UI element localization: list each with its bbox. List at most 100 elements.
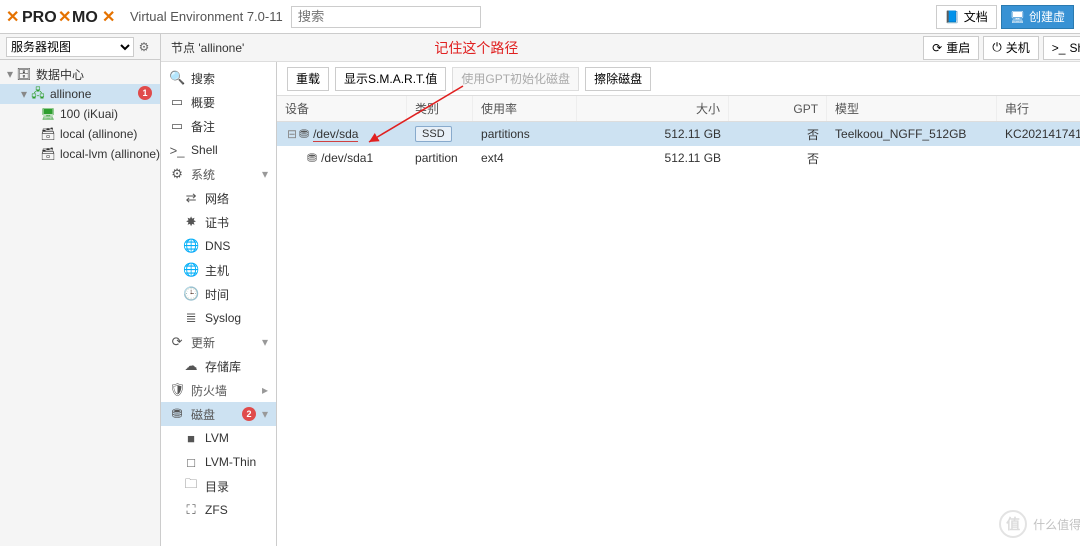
nav-syslog[interactable]: ≣Syslog — [161, 306, 276, 330]
nav-network[interactable]: ⇄网络 — [161, 186, 276, 210]
chevron-right-icon: ▸ — [262, 383, 268, 397]
content-header: 节点 'allinone' 记住这个路径 ⟳重启 ⏻关机 >_Sh — [161, 34, 1080, 62]
disk-toolbar: 重载 显示S.M.A.R.T.值 使用GPT初始化磁盘 擦除磁盘 — [277, 62, 1080, 96]
resource-tree-panel: 服务器视图 ⚙ ▾ 🗄 数据中心 ▾ 🖧 allinone 1 🖥 100 (i… — [0, 34, 161, 546]
refresh-icon: ⟳ — [932, 41, 942, 55]
gear-icon[interactable]: ⚙ — [134, 40, 154, 54]
svg-text:✕: ✕ — [58, 9, 71, 26]
nav-directory[interactable]: 🗀目录 — [161, 474, 276, 498]
col-serial[interactable]: 串行 — [997, 96, 1080, 121]
nav-search[interactable]: 🔍搜索 — [161, 66, 276, 90]
hdd-icon: ⛃ — [299, 127, 309, 141]
tree-datacenter[interactable]: ▾ 🗄 数据中心 — [0, 64, 160, 84]
nav-notes[interactable]: ▭备注 — [161, 114, 276, 138]
shell-button[interactable]: >_Sh — [1043, 36, 1080, 60]
grid-icon: ⛶ — [183, 502, 199, 518]
collapse-icon: ⊟ — [285, 127, 299, 141]
terminal-icon: >_ — [169, 143, 185, 158]
logo: ✕ PRO ✕ MO ✕ Virtual Environment 7.0-11 — [6, 6, 283, 28]
wipe-button[interactable]: 擦除磁盘 — [585, 67, 651, 91]
clock-icon: 🕒 — [183, 286, 199, 302]
box-icon: ☁ — [183, 358, 199, 374]
nav-certs[interactable]: ✸证书 — [161, 210, 276, 234]
annotation-badge-1: 1 — [138, 86, 152, 100]
power-icon: ⏻ — [992, 40, 1002, 55]
nav-firewall[interactable]: 🛡防火墙▸ — [161, 378, 276, 402]
chevron-down-icon: ▾ — [262, 167, 268, 181]
top-bar: ✕ PRO ✕ MO ✕ Virtual Environment 7.0-11 … — [0, 0, 1080, 34]
note-icon: ▭ — [169, 118, 185, 134]
tree-storage-local-lvm[interactable]: 🗃 local-lvm (allinone) — [0, 144, 160, 164]
nav-updates[interactable]: ⟳更新▾ — [161, 330, 276, 354]
table-header: 设备 类别 使用率 大小 GPT 模型 串行 — [277, 96, 1080, 122]
nav-lvm[interactable]: ■LVM — [161, 426, 276, 450]
shutdown-button[interactable]: ⏻关机 — [983, 36, 1039, 60]
svg-text:✕: ✕ — [102, 9, 115, 26]
square-icon: ■ — [183, 431, 199, 446]
square-outline-icon: □ — [183, 455, 199, 470]
globe-icon: 🌐 — [183, 238, 199, 254]
view-mode-select[interactable]: 服务器视图 — [6, 37, 134, 57]
folder-icon: 🗀 — [183, 475, 199, 497]
view-mode-bar: 服务器视图 ⚙ — [0, 34, 160, 60]
nav-hosts[interactable]: 🌐主机 — [161, 258, 276, 282]
refresh-icon: ⟳ — [169, 334, 185, 350]
disk-table: 设备 类别 使用率 大小 GPT 模型 串行 ⊟⛃/dev/sda SSD pa… — [277, 96, 1080, 170]
server-icon: 🗄 — [16, 66, 32, 82]
table-row[interactable]: ⊟⛃/dev/sda SSD partitions 512.11 GB 否 Te… — [277, 122, 1080, 146]
nav-time[interactable]: 🕒时间 — [161, 282, 276, 306]
database-icon: 🗃 — [40, 126, 56, 142]
nav-disks[interactable]: ⛃磁盘 2 ▾ — [161, 402, 276, 426]
ssd-badge: SSD — [415, 126, 452, 142]
annotation-badge-2: 2 — [242, 407, 256, 421]
node-side-nav: 🔍搜索 ▭概要 ▭备注 >_Shell ⚙系统▾ ⇄网络 ✸证书 🌐DNS 🌐主… — [161, 62, 277, 546]
nav-dns[interactable]: 🌐DNS — [161, 234, 276, 258]
col-size[interactable]: 大小 — [577, 96, 729, 121]
tree-node-allinone[interactable]: ▾ 🖧 allinone 1 — [0, 84, 160, 104]
hdd-icon: ⛃ — [169, 406, 185, 422]
nav-shell[interactable]: >_Shell — [161, 138, 276, 162]
tree-vm-100[interactable]: 🖥 100 (iKuai) — [0, 104, 160, 124]
reload-button[interactable]: 重载 — [287, 67, 329, 91]
svg-text:MO: MO — [72, 9, 98, 26]
gears-icon: ⚙ — [169, 166, 185, 182]
database-icon: 🗃 — [40, 146, 56, 162]
svg-text:PRO: PRO — [22, 9, 57, 26]
create-vm-button[interactable]: 🖥 创建虚 — [1001, 5, 1074, 29]
docs-button[interactable]: 📘 文档 — [936, 5, 997, 29]
tree-storage-local[interactable]: 🗃 local (allinone) — [0, 124, 160, 144]
brand-suffix: Virtual Environment 7.0-11 — [130, 9, 283, 24]
shield-icon: 🛡 — [169, 382, 185, 398]
col-device[interactable]: 设备 — [277, 96, 407, 121]
gpt-init-button: 使用GPT初始化磁盘 — [452, 67, 579, 91]
search-icon: 🔍 — [169, 70, 185, 86]
col-model[interactable]: 模型 — [827, 96, 997, 121]
smart-button[interactable]: 显示S.M.A.R.T.值 — [335, 67, 446, 91]
hdd-icon: ⛃ — [307, 151, 317, 165]
monitor-icon: 🖥 — [1010, 10, 1025, 24]
monitor-icon: 🖥 — [40, 106, 56, 122]
annotation-text: 记住这个路径 — [434, 38, 518, 58]
chevron-down-icon: ▾ — [262, 335, 268, 349]
table-row[interactable]: ⛃/dev/sda1 partition ext4 512.11 GB 否 — [277, 146, 1080, 170]
col-usage[interactable]: 使用率 — [473, 96, 577, 121]
col-gpt[interactable]: GPT — [729, 96, 827, 121]
reboot-button[interactable]: ⟳重启 — [923, 36, 979, 60]
node-icon: 🖧 — [30, 86, 46, 102]
global-search[interactable] — [291, 6, 481, 28]
book-icon: ▭ — [169, 94, 185, 110]
col-type[interactable]: 类别 — [407, 96, 473, 121]
nav-lvmthin[interactable]: □LVM-Thin — [161, 450, 276, 474]
watermark: 值 什么值得买 — [999, 510, 1080, 538]
svg-text:✕: ✕ — [6, 9, 19, 26]
nav-repos[interactable]: ☁存储库 — [161, 354, 276, 378]
book-icon: 📘 — [945, 10, 960, 24]
network-icon: ⇄ — [183, 190, 199, 206]
nav-zfs[interactable]: ⛶ZFS — [161, 498, 276, 522]
terminal-icon: >_ — [1052, 41, 1066, 55]
search-input[interactable] — [291, 6, 481, 28]
disk-panel: 重载 显示S.M.A.R.T.值 使用GPT初始化磁盘 擦除磁盘 设备 类别 使… — [277, 62, 1080, 546]
nav-system[interactable]: ⚙系统▾ — [161, 162, 276, 186]
globe-icon: 🌐 — [183, 262, 199, 278]
nav-summary[interactable]: ▭概要 — [161, 90, 276, 114]
